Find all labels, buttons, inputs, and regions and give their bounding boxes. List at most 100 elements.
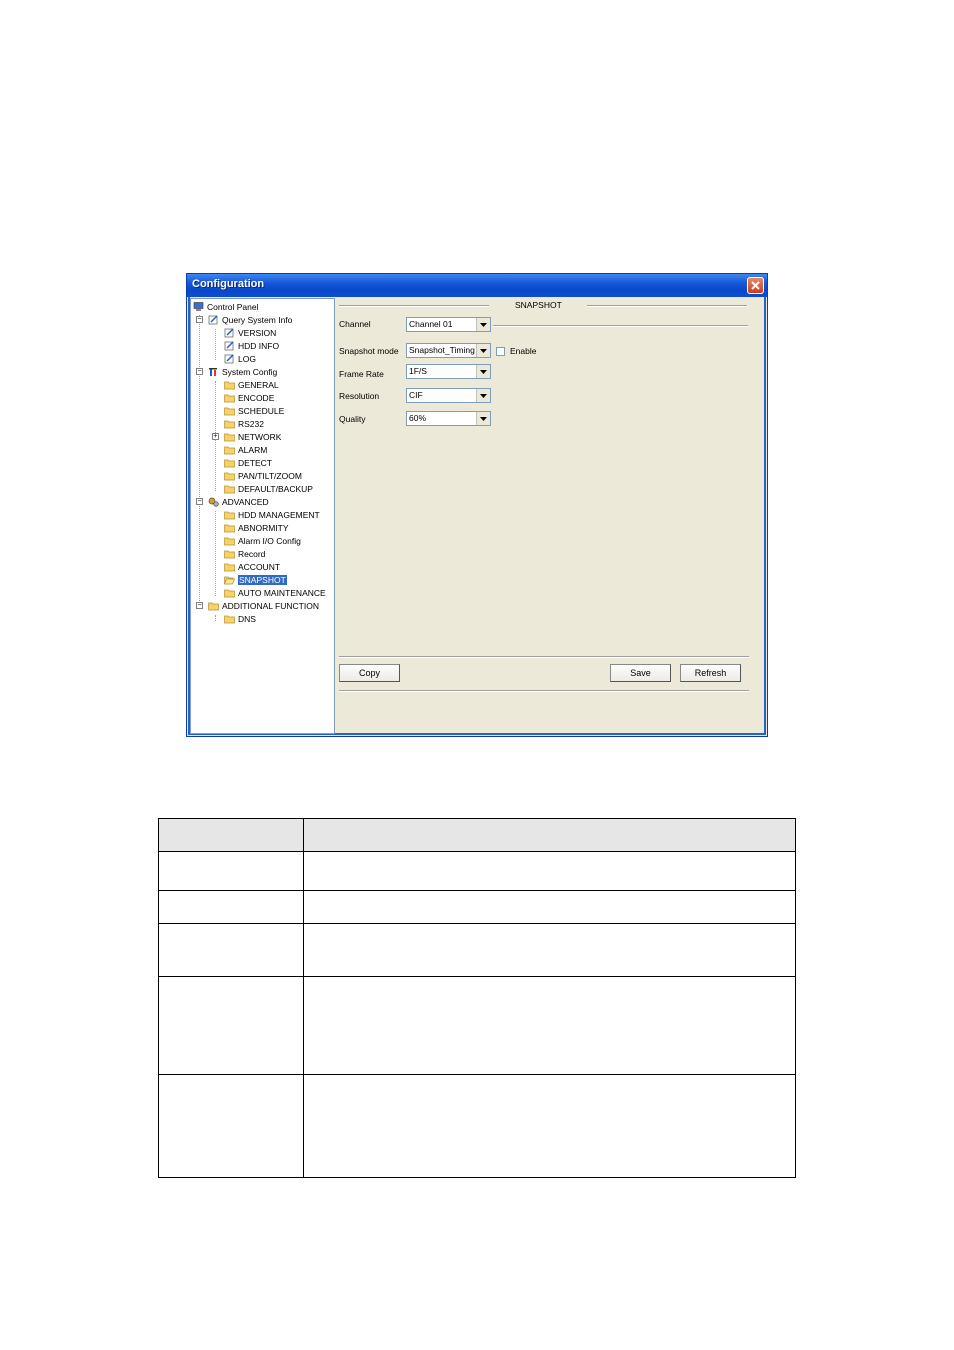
folder-icon	[224, 433, 235, 441]
snapshot-mode-label: Snapshot mode	[339, 346, 399, 356]
tree-item-system-config[interactable]: System Config	[208, 365, 277, 378]
frame-rate-select[interactable]: 1F/S	[406, 364, 491, 379]
tree-item-control-panel[interactable]: Control Panel	[193, 300, 259, 313]
tree-item-query-system-info[interactable]: Query System Info	[208, 313, 292, 326]
tree-item-label: ABNORMITY	[238, 522, 289, 533]
tree-item-label: ADVANCED	[222, 496, 269, 507]
gears-icon	[208, 497, 219, 507]
tree-line	[215, 615, 216, 621]
tree-item-hdd-info[interactable]: HDD INFO	[224, 339, 279, 352]
refresh-button[interactable]: Refresh	[680, 664, 741, 682]
tree-item-label: Control Panel	[207, 301, 259, 312]
quality-label: Quality	[339, 414, 366, 424]
config-tree[interactable]: Control Panel − Query System Info VERSIO…	[190, 298, 335, 734]
tree-item-label: DEFAULT/BACKUP	[238, 483, 313, 494]
table-cell	[303, 890, 796, 924]
table-cell	[303, 851, 796, 891]
tree-item-label: SCHEDULE	[238, 405, 285, 416]
tree-item-alarm-io-config[interactable]: Alarm I/O Config	[224, 534, 301, 547]
tree-item-account[interactable]: ACCOUNT	[224, 560, 280, 573]
frame-rate-value: 1F/S	[409, 366, 427, 376]
notepad-icon	[224, 328, 234, 337]
section-divider	[587, 305, 747, 307]
tree-item-pan-tilt-zoom[interactable]: PAN/TILT/ZOOM	[224, 469, 302, 482]
parameter-table	[158, 818, 796, 1178]
tree-item-rs232[interactable]: RS232	[224, 417, 264, 430]
table-row	[158, 890, 796, 924]
expand-icon[interactable]: +	[212, 433, 219, 440]
quality-select[interactable]: 60%	[406, 411, 491, 426]
notepad-icon	[208, 315, 218, 324]
tree-item-auto-maintenance[interactable]: AUTO MAINTENANCE	[224, 586, 326, 599]
tree-item-schedule[interactable]: SCHEDULE	[224, 404, 284, 417]
title-bar[interactable]: Configuration	[187, 274, 767, 297]
tree-item-label: NETWORK	[238, 431, 282, 442]
dropdown-arrow-icon	[476, 389, 490, 402]
table-cell	[158, 923, 304, 977]
copy-button[interactable]: Copy	[339, 664, 400, 682]
tree-item-detect[interactable]: DETECT	[224, 456, 272, 469]
resolution-select[interactable]: CIF	[406, 388, 491, 403]
tree-item-label: Alarm I/O Config	[238, 535, 301, 546]
tree-item-log[interactable]: LOG	[224, 352, 256, 365]
tree-item-label: LOG	[238, 353, 256, 364]
tree-item-record[interactable]: Record	[224, 547, 265, 560]
tree-item-label: PAN/TILT/ZOOM	[238, 470, 302, 481]
resolution-label: Resolution	[339, 391, 380, 401]
notepad-icon	[224, 354, 234, 363]
enable-label: Enable	[510, 346, 537, 356]
tree-item-label: ENCODE	[238, 392, 275, 403]
tree-item-label: ADDITIONAL FUNCTION	[222, 600, 319, 611]
tree-item-snapshot[interactable]: SNAPSHOT	[224, 573, 287, 586]
tree-item-encode[interactable]: ENCODE	[224, 391, 274, 404]
table-row	[158, 976, 796, 1075]
tree-line	[215, 329, 216, 360]
table-cell	[303, 976, 796, 1075]
tree-item-alarm[interactable]: ALARM	[224, 443, 267, 456]
tree-item-label: RS232	[238, 418, 264, 429]
dropdown-arrow-icon	[476, 412, 490, 425]
tree-item-general[interactable]: GENERAL	[224, 378, 279, 391]
tree-item-dns[interactable]: DNS	[224, 612, 256, 625]
tree-line	[199, 315, 200, 605]
tree-item-abnormity[interactable]: ABNORMITY	[224, 521, 289, 534]
table-row	[158, 851, 796, 891]
collapse-icon[interactable]: −	[196, 316, 203, 323]
tree-item-label: VERSION	[238, 327, 277, 338]
channel-value: Channel 01	[409, 319, 453, 329]
snapshot-mode-select[interactable]: Snapshot_Timing	[406, 343, 491, 358]
row-divider	[493, 325, 748, 327]
notepad-icon	[224, 341, 234, 350]
folder-icon	[224, 550, 235, 558]
frame-rate-label: Frame Rate	[339, 369, 384, 379]
close-button[interactable]	[747, 277, 764, 294]
folder-icon	[224, 537, 235, 545]
folder-icon	[224, 524, 235, 532]
table-cell	[158, 1074, 304, 1178]
folder-icon	[224, 589, 235, 597]
folder-icon	[224, 459, 235, 467]
enable-checkbox[interactable]	[496, 347, 505, 356]
footer-divider	[339, 690, 749, 692]
window-title: Configuration	[192, 278, 265, 290]
collapse-icon[interactable]: −	[196, 602, 203, 609]
tree-item-label: ALARM	[238, 444, 268, 455]
tree-item-hdd-management[interactable]: HDD MANAGEMENT	[224, 508, 320, 521]
tree-item-label: SNAPSHOT	[238, 574, 287, 585]
tree-item-advanced[interactable]: ADVANCED	[208, 495, 269, 508]
folder-icon	[224, 615, 235, 623]
tree-item-default-backup[interactable]: DEFAULT/BACKUP	[224, 482, 313, 495]
save-button[interactable]: Save	[610, 664, 671, 682]
tree-item-version[interactable]: VERSION	[224, 326, 276, 339]
collapse-icon[interactable]: −	[196, 498, 203, 505]
tree-item-label: Query System Info	[222, 314, 293, 325]
section-divider	[339, 305, 489, 307]
channel-select[interactable]: Channel 01	[406, 317, 491, 332]
footer-divider	[339, 656, 749, 658]
collapse-icon[interactable]: −	[196, 368, 203, 375]
folder-icon	[224, 446, 235, 454]
folder-icon	[224, 394, 235, 402]
tree-item-network[interactable]: NETWORK	[224, 430, 281, 443]
tree-item-additional-function[interactable]: ADDITIONAL FUNCTION	[208, 599, 319, 612]
folder-icon	[224, 381, 235, 389]
